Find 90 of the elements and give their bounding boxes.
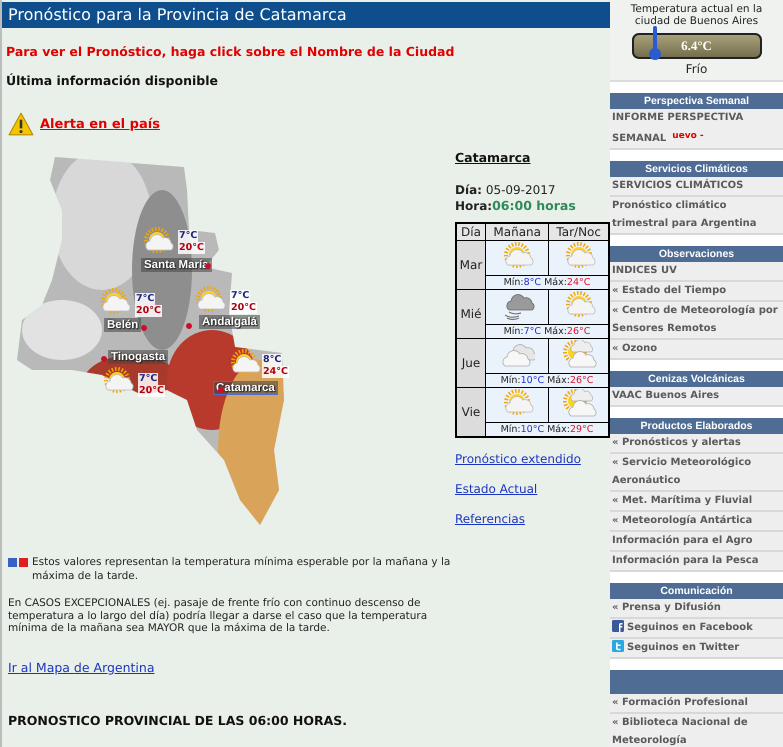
time-value: 06:00 horas bbox=[492, 198, 576, 213]
city-link[interactable]: Andalgalá bbox=[199, 315, 260, 329]
sidebar-link[interactable]: Seguinos en Facebook bbox=[610, 619, 783, 639]
min-label: Mín: bbox=[500, 375, 521, 386]
max-label: Máx: bbox=[547, 375, 570, 386]
subtitle: Última información disponible bbox=[6, 73, 219, 88]
city-link[interactable]: Tinogasta bbox=[108, 350, 168, 364]
section-heading: PRONOSTICO PROVINCIAL DE LAS 06:00 HORAS. bbox=[8, 712, 348, 728]
section-header: Perspectiva Semanal bbox=[610, 93, 783, 109]
sidebar-link[interactable]: « Meteorología Antártica bbox=[610, 512, 783, 532]
sidebar-link[interactable]: VAAC Buenos Aires bbox=[610, 387, 783, 407]
max-temperature: 20°C bbox=[230, 302, 257, 314]
day-cell: Jue bbox=[456, 338, 486, 388]
page-title: Pronóstico para la Provincia de Catamarca bbox=[2, 2, 610, 28]
sidebar-link[interactable]: « Formación Profesional bbox=[610, 694, 783, 714]
sidebar-link[interactable]: « Estado del Tiempo bbox=[610, 282, 783, 302]
day-cell: Mié bbox=[456, 290, 486, 338]
max-label: Máx: bbox=[547, 424, 570, 435]
map-link[interactable]: Ir al Mapa de Argentina bbox=[8, 660, 154, 674]
max-temperature: 20°C bbox=[178, 242, 205, 254]
day-cell: Mar bbox=[456, 240, 486, 290]
min-temperature: 8°C bbox=[262, 354, 282, 366]
max-label: Máx: bbox=[544, 326, 567, 337]
min-temperature: 8°C bbox=[524, 277, 542, 288]
time-label: Hora: bbox=[455, 199, 492, 213]
thermometer-icon bbox=[648, 25, 662, 61]
sidebar-link[interactable]: SERVICIOS CLIMÁTICOS bbox=[610, 177, 783, 197]
sidebar-link[interactable]: « Biblioteca Nacional de Meteorología bbox=[610, 714, 783, 747]
note-text: En CASOS EXCEPCIONALES (ej. pasaje de frente frío con continuo descenso de temperatura a lo largo del día) podría llegar a darse el caso que la temperatura mínima de la mañana sea MAYOR que la máxima de la tarde. bbox=[8, 597, 428, 634]
min-label: Mín: bbox=[504, 277, 524, 288]
sidebar-link[interactable]: « Servicio Meteorológico Aeronáutico bbox=[610, 454, 783, 492]
sidebar-link[interactable]: « Ozono bbox=[610, 340, 783, 360]
forecast-link[interactable]: Referencias bbox=[455, 511, 610, 528]
max-label: Máx: bbox=[544, 277, 567, 288]
sidebar-link[interactable]: « Met. Marítima y Fluvial bbox=[610, 492, 783, 512]
sidebar-link[interactable]: Seguinos en Twitter bbox=[610, 639, 783, 659]
legend-text: Estos valores representan la temperatura mínima esperable por la mañana y la máxima de la tarde. bbox=[32, 555, 452, 583]
sidebar-link[interactable]: INFORME PERSPECTIVA SEMANAL $^{uevo -}$ bbox=[610, 109, 783, 150]
min-temperature: 7°C bbox=[135, 293, 156, 305]
date-value: 05-09-2017 bbox=[486, 183, 556, 197]
column-header: Día bbox=[456, 223, 486, 240]
city-link[interactable]: Belén bbox=[104, 318, 142, 332]
warm-legend-icon bbox=[19, 558, 28, 567]
max-temperature: 26°C bbox=[566, 326, 590, 337]
sidebar-link[interactable]: Pronóstico climático trimestral para Argentina bbox=[610, 197, 783, 235]
min-temperature: 7°C bbox=[178, 230, 198, 242]
max-temperature: 26°C bbox=[570, 375, 594, 386]
min-temperature: 7°C bbox=[230, 290, 250, 302]
instruction-text: Para ver el Pronóstico, haga click sobre el Nombre de la Ciudad bbox=[6, 44, 456, 59]
section-header: Servicios Climáticos bbox=[610, 161, 783, 177]
sidebar-link[interactable]: INDICES UV bbox=[610, 262, 783, 282]
sidebar-link[interactable]: « Pronósticos y alertas bbox=[610, 434, 783, 454]
max-temperature: 20°C bbox=[138, 385, 165, 397]
min-temperature: 10°C bbox=[520, 375, 544, 386]
max-temperature: 29°C bbox=[570, 424, 594, 435]
partly-sunny-icon bbox=[560, 388, 597, 418]
facebook-icon bbox=[612, 620, 624, 632]
sidebar-link[interactable]: Información para la Pesca bbox=[610, 552, 783, 572]
max-temperature: 20°C bbox=[135, 305, 162, 317]
section-header: Cenizas Volcánicas bbox=[610, 371, 783, 387]
alert-link[interactable]: Alerta en el país bbox=[40, 116, 160, 132]
min-temperature: 7°C bbox=[524, 326, 542, 337]
sidebar-link[interactable]: « Centro de Meteorología por Sensores Remotos bbox=[610, 302, 783, 340]
column-header: Tar/Noc bbox=[548, 223, 609, 240]
min-label: Mín: bbox=[504, 326, 524, 337]
forecast-link[interactable]: Pronóstico extendido bbox=[455, 451, 610, 468]
forecast-link[interactable]: Estado Actual bbox=[455, 481, 610, 498]
day-cell: Vie bbox=[456, 388, 486, 437]
temperature-display: 6.4°C bbox=[632, 33, 762, 59]
city-heading[interactable]: Catamarca bbox=[455, 150, 610, 165]
widget-caption: Temperatura actual en la ciudad de Buenos Aires bbox=[630, 3, 764, 27]
min-temperature: 7°C bbox=[138, 373, 158, 385]
condition-text: Frío bbox=[686, 62, 708, 76]
max-temperature: 24°C bbox=[262, 366, 289, 378]
city-marker bbox=[218, 387, 224, 393]
column-header: Mañana bbox=[486, 223, 549, 240]
cold-legend-icon bbox=[8, 558, 17, 567]
min-temperature: 10°C bbox=[520, 424, 544, 435]
sidebar-link[interactable]: Información para el Agro bbox=[610, 532, 783, 552]
warning-icon bbox=[8, 112, 34, 136]
twitter-icon bbox=[612, 640, 624, 652]
date-label: Día: bbox=[455, 183, 482, 197]
partly-sunny-icon bbox=[560, 340, 597, 370]
max-temperature: 24°C bbox=[566, 277, 590, 288]
section-header: Comunicación bbox=[610, 583, 783, 599]
section-header: Observaciones bbox=[610, 246, 783, 262]
section-header: Productos Elaborados bbox=[610, 418, 783, 434]
min-label: Mín: bbox=[500, 424, 521, 435]
city-link[interactable]: Catamarca bbox=[213, 381, 278, 395]
sidebar-link[interactable]: « Prensa y Difusión bbox=[610, 599, 783, 619]
